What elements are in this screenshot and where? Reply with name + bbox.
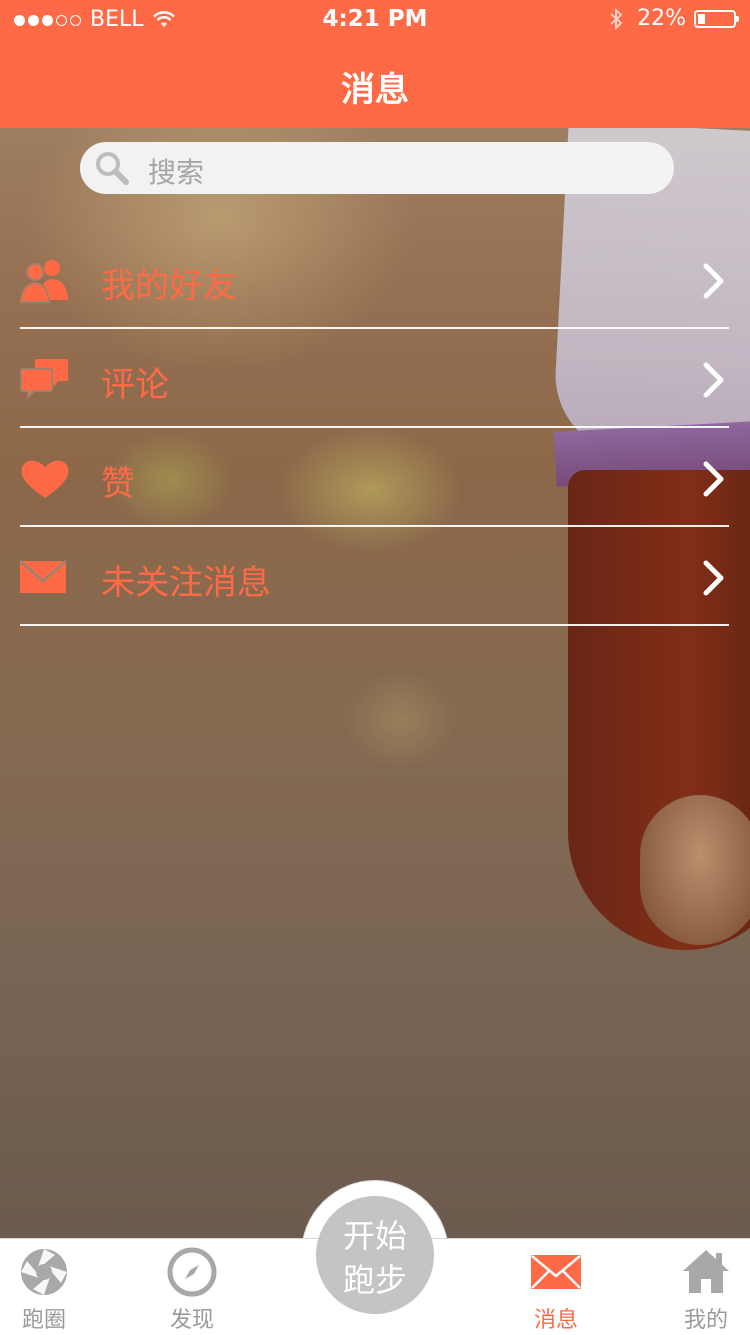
tab-label: 我的 xyxy=(683,1308,728,1333)
tab-label: 发现 xyxy=(169,1308,214,1333)
search-icon xyxy=(96,152,129,185)
tab-running-circle[interactable]: 跑圈 xyxy=(0,1239,94,1335)
menu-item-comments[interactable]: 评论 xyxy=(20,329,729,428)
menu-item-unfollowed-messages[interactable]: 未关注消息 xyxy=(20,527,729,626)
menu-item-label: 我的好友 xyxy=(101,266,237,306)
chevron-right-icon xyxy=(703,560,724,596)
home-icon xyxy=(683,1250,729,1293)
menu-item-label: 未关注消息 xyxy=(101,563,271,603)
battery-icon xyxy=(694,9,739,28)
chevron-right-icon xyxy=(703,461,724,497)
menu-item-label: 赞 xyxy=(101,464,135,504)
start-button-line2: 跑步 xyxy=(342,1261,407,1299)
status-bar: BELL 4:21 PM 22% xyxy=(0,0,750,40)
comments-icon xyxy=(20,359,68,400)
menu-item-friends[interactable]: 我的好友 xyxy=(20,230,729,329)
tab-discover[interactable]: 发现 xyxy=(142,1239,242,1335)
bluetooth-icon xyxy=(610,7,623,30)
tab-messages[interactable]: 消息 xyxy=(506,1239,606,1335)
heart-icon xyxy=(21,460,69,498)
mail-icon xyxy=(531,1255,581,1289)
background-photo xyxy=(0,0,750,1334)
compass-icon xyxy=(167,1247,217,1297)
search-bar[interactable]: 搜索 xyxy=(80,142,674,194)
start-button-line1: 开始 xyxy=(342,1217,407,1255)
mail-icon xyxy=(20,559,67,593)
message-menu: 我的好友 评论 赞 未关注消息 xyxy=(0,230,750,626)
menu-item-likes[interactable]: 赞 xyxy=(20,428,729,527)
aperture-icon xyxy=(21,1249,67,1295)
chevron-right-icon xyxy=(703,362,724,398)
chevron-right-icon xyxy=(703,263,724,299)
tab-me[interactable]: 我的 xyxy=(656,1239,750,1335)
battery-percent: 22% xyxy=(637,6,686,31)
nav-bar: 消息 xyxy=(0,40,750,128)
tab-label: 消息 xyxy=(533,1308,578,1333)
search-placeholder[interactable]: 搜索 xyxy=(148,151,204,191)
friends-icon xyxy=(20,260,68,303)
tab-label: 跑圈 xyxy=(21,1308,66,1333)
menu-item-label: 评论 xyxy=(101,365,169,405)
page-title: 消息 xyxy=(341,70,409,110)
start-running-button[interactable]: 开始 跑步 xyxy=(316,1196,434,1314)
